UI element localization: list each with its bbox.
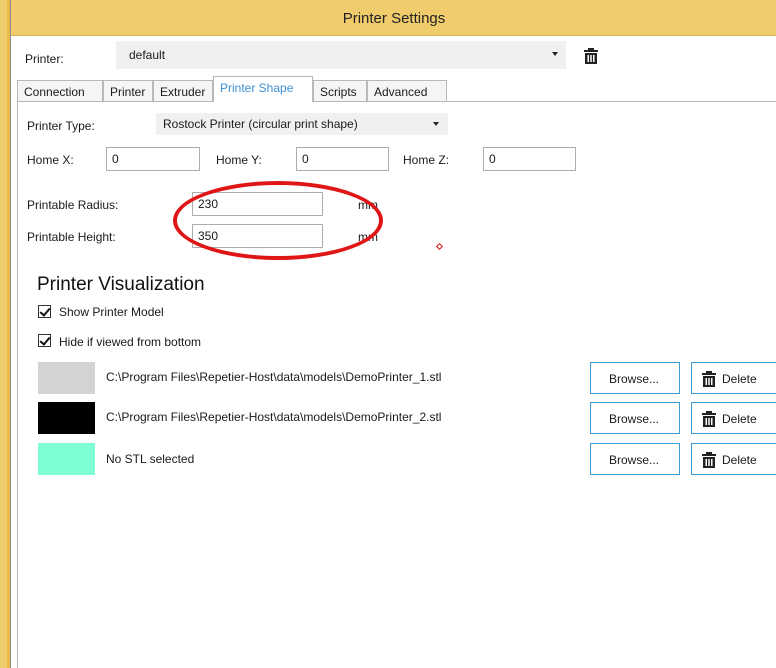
tab-printer-shape[interactable]: Printer Shape: [213, 76, 313, 102]
delete-label: Delete: [722, 412, 757, 426]
printable-height-label: Printable Height:: [27, 230, 116, 244]
home-y-label: Home Y:: [216, 153, 262, 167]
delete-button[interactable]: Delete: [691, 402, 776, 434]
trash-icon: [702, 452, 716, 471]
browse-button[interactable]: Browse...: [590, 443, 680, 475]
printer-shape-panel: Printer Type: Rostock Printer (circular …: [17, 102, 776, 668]
home-x-value: 0: [112, 152, 119, 166]
browse-label: Browse...: [609, 412, 660, 426]
browse-label: Browse...: [609, 453, 660, 467]
home-z-label: Home Z:: [403, 153, 450, 167]
home-z-input[interactable]: 0: [483, 147, 576, 171]
printer-settings-window: Printer Settings Printer: default Connec…: [10, 0, 776, 668]
model-color-swatch[interactable]: [38, 362, 95, 394]
printer-dropdown[interactable]: default: [116, 41, 566, 69]
red-annotation-circle: [173, 181, 383, 260]
trash-icon[interactable]: [584, 48, 598, 67]
red-diamond-mark: [435, 242, 444, 251]
tab-advanced[interactable]: Advanced: [367, 80, 447, 101]
printer-visualization-heading: Printer Visualization: [37, 274, 205, 295]
model-color-swatch[interactable]: [38, 443, 95, 475]
printer-label: Printer:: [25, 52, 64, 66]
model-file-path: No STL selected: [106, 452, 195, 466]
home-x-label: Home X:: [27, 153, 74, 167]
printer-type-label: Printer Type:: [27, 119, 95, 133]
tab-connection[interactable]: Connection: [17, 80, 103, 101]
tab-scripts[interactable]: Scripts: [313, 80, 367, 101]
home-y-value: 0: [302, 152, 309, 166]
printer-type-value: Rostock Printer (circular print shape): [163, 117, 358, 131]
home-x-input[interactable]: 0: [106, 147, 200, 171]
model-file-path: C:\Program Files\Repetier-Host\data\mode…: [106, 410, 442, 424]
trash-icon: [702, 371, 716, 390]
printer-selector-row: Printer: default: [11, 36, 776, 76]
hide-from-bottom-checkbox[interactable]: [38, 334, 51, 347]
dropdown-arrow-icon: [552, 52, 558, 56]
printable-radius-label: Printable Radius:: [27, 198, 119, 212]
model-file-path: C:\Program Files\Repetier-Host\data\mode…: [106, 370, 442, 384]
delete-label: Delete: [722, 372, 757, 386]
background-window-edge: [0, 0, 10, 668]
show-printer-model-label: Show Printer Model: [59, 305, 164, 319]
browse-button[interactable]: Browse...: [590, 362, 680, 394]
show-printer-model-checkbox[interactable]: [38, 305, 51, 318]
model-color-swatch[interactable]: [38, 402, 95, 434]
delete-button[interactable]: Delete: [691, 362, 776, 394]
browse-button[interactable]: Browse...: [590, 402, 680, 434]
hide-from-bottom-label: Hide if viewed from bottom: [59, 335, 202, 349]
delete-label: Delete: [722, 453, 757, 467]
home-z-value: 0: [489, 152, 496, 166]
trash-icon: [702, 411, 716, 430]
title-bar[interactable]: Printer Settings: [11, 0, 776, 36]
tab-printer[interactable]: Printer: [103, 80, 153, 101]
home-y-input[interactable]: 0: [296, 147, 389, 171]
delete-button[interactable]: Delete: [691, 443, 776, 475]
printer-type-dropdown[interactable]: Rostock Printer (circular print shape): [156, 113, 448, 135]
window-title: Printer Settings: [342, 10, 446, 27]
printer-dropdown-value: default: [129, 48, 166, 62]
browse-label: Browse...: [609, 372, 660, 386]
dropdown-arrow-icon: [433, 122, 439, 126]
tab-extruder[interactable]: Extruder: [153, 80, 213, 101]
